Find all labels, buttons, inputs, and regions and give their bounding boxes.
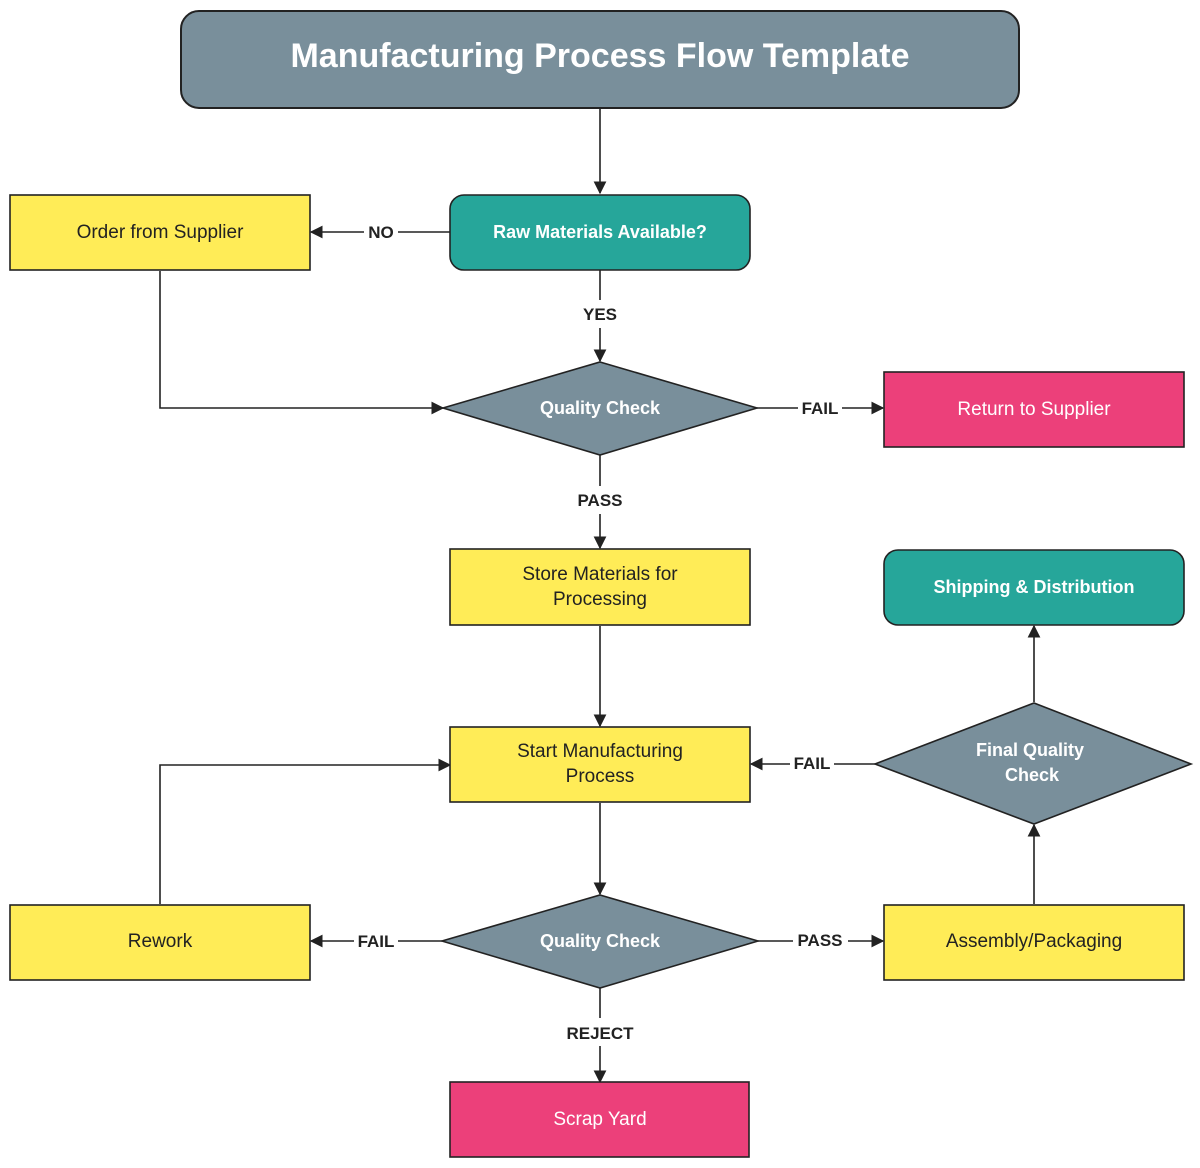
flowchart-canvas: NO YES FAIL PASS FAIL FAIL PASS REJECT M… bbox=[9, 10, 1194, 1158]
node-label-line-1: Store Materials for bbox=[522, 564, 678, 585]
node-label: Raw Materials Available? bbox=[493, 222, 707, 242]
edge-order-to-qc1 bbox=[159, 271, 445, 415]
edge-label-reject: REJECT bbox=[566, 1024, 634, 1043]
node-label-line-2: Check bbox=[1005, 765, 1060, 785]
edge-label-fail-1: FAIL bbox=[802, 399, 839, 418]
node-label: Assembly/Packaging bbox=[946, 931, 1122, 952]
node-label-line-1: Final Quality bbox=[976, 740, 1084, 760]
node-start-manufacturing[interactable]: Start Manufacturing Process bbox=[449, 726, 751, 803]
edge-label-fail-2: FAIL bbox=[358, 932, 395, 951]
node-label: Scrap Yard bbox=[553, 1109, 646, 1130]
node-label: Return to Supplier bbox=[957, 399, 1111, 420]
node-raw-materials-available[interactable]: Raw Materials Available? bbox=[449, 194, 751, 271]
node-label: Order from Supplier bbox=[77, 222, 245, 243]
node-rework[interactable]: Rework bbox=[9, 904, 311, 981]
node-label: Rework bbox=[128, 931, 193, 952]
node-assembly-packaging[interactable]: Assembly/Packaging bbox=[883, 904, 1185, 981]
node-label-line-1: Start Manufacturing bbox=[517, 741, 683, 762]
edge-label-fail-final: FAIL bbox=[794, 754, 831, 773]
title-node[interactable]: Manufacturing Process Flow Template bbox=[180, 10, 1020, 109]
edge-label-pass-1: PASS bbox=[577, 491, 622, 510]
page-title: Manufacturing Process Flow Template bbox=[290, 37, 909, 75]
node-final-quality-check[interactable]: Final Quality Check bbox=[872, 702, 1194, 825]
node-label-line-2: Process bbox=[566, 766, 635, 787]
node-label-line-2: Processing bbox=[553, 589, 647, 610]
node-label: Quality Check bbox=[540, 398, 661, 418]
node-quality-check-2[interactable]: Quality Check bbox=[439, 894, 761, 989]
node-quality-check-1[interactable]: Quality Check bbox=[440, 361, 760, 456]
node-label: Shipping & Distribution bbox=[934, 577, 1135, 597]
edge-label-yes: YES bbox=[583, 305, 617, 324]
node-shipping-distribution[interactable]: Shipping & Distribution bbox=[883, 549, 1185, 626]
node-scrap-yard[interactable]: Scrap Yard bbox=[449, 1081, 750, 1158]
node-order-from-supplier[interactable]: Order from Supplier bbox=[9, 194, 311, 271]
edge-rework-to-start bbox=[159, 758, 452, 904]
node-store-materials[interactable]: Store Materials for Processing bbox=[449, 548, 751, 626]
node-return-to-supplier[interactable]: Return to Supplier bbox=[883, 371, 1185, 448]
node-label: Quality Check bbox=[540, 931, 661, 951]
edge-label-pass-2: PASS bbox=[797, 931, 842, 950]
edge-label-no: NO bbox=[368, 223, 394, 242]
